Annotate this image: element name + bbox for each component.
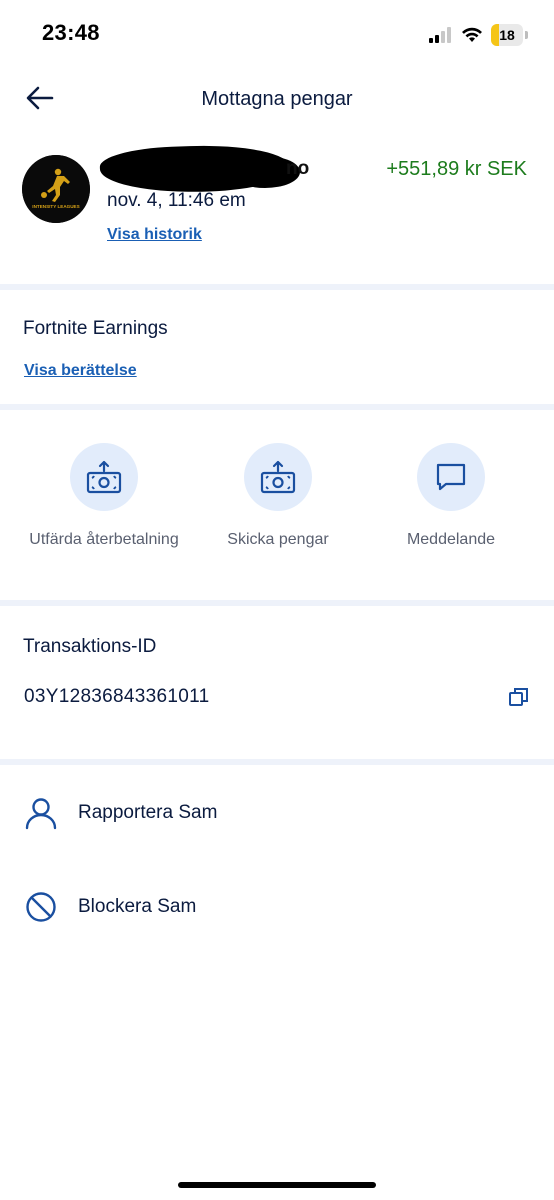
message-label: Meddelande — [406, 531, 496, 548]
report-user-label: Rapportera Sam — [78, 802, 218, 823]
divider — [0, 404, 554, 410]
view-history-link[interactable]: Visa historik — [107, 226, 202, 244]
report-user-button[interactable]: Rapportera Sam — [24, 796, 217, 830]
block-user-label: Blockera Sam — [78, 896, 197, 917]
sender-name-visible: no — [286, 158, 310, 179]
refund-button[interactable]: Utfärda återbetalning — [29, 443, 179, 550]
transaction-id: 03Y12836843361011 — [24, 686, 210, 707]
block-user-button[interactable]: Blockera Sam — [24, 890, 196, 924]
divider — [0, 759, 554, 765]
divider — [0, 284, 554, 290]
battery-level: 18 — [499, 27, 515, 43]
send-money-label: Skicka pengar — [227, 531, 329, 548]
refund-label: Utfärda återbetalning — [29, 531, 179, 548]
note-title: Fortnite Earnings — [23, 318, 168, 339]
copy-icon[interactable] — [508, 686, 530, 708]
send-money-button[interactable]: Skicka pengar — [203, 443, 353, 550]
avatar-text: INTENSITY LEAGUES — [32, 204, 79, 209]
home-indicator[interactable] — [178, 1182, 376, 1188]
money-send-icon — [86, 460, 122, 494]
divider — [0, 600, 554, 606]
block-icon — [26, 892, 56, 922]
money-send-icon — [260, 460, 296, 494]
view-story-link[interactable]: Visa berättelse — [24, 362, 137, 380]
transaction-date: nov. 4, 11:46 em — [107, 190, 246, 211]
status-time: 23:48 — [42, 20, 100, 45]
amount: +551,89 kr SEK — [386, 158, 527, 180]
person-icon — [25, 798, 57, 830]
avatar[interactable]: INTENSITY LEAGUES — [22, 155, 90, 223]
status-icons: 18 — [429, 24, 528, 46]
battery-indicator: 18 — [491, 24, 528, 46]
message-button[interactable]: Meddelande — [376, 443, 526, 550]
message-icon — [436, 463, 466, 491]
page-title: Mottagna pengar — [201, 88, 353, 110]
sender-logo: INTENSITY LEAGUES — [22, 155, 90, 223]
cellular-signal-icon — [429, 27, 451, 43]
transaction-id-label: Transaktions-ID — [23, 636, 157, 657]
wifi-icon — [462, 27, 482, 42]
